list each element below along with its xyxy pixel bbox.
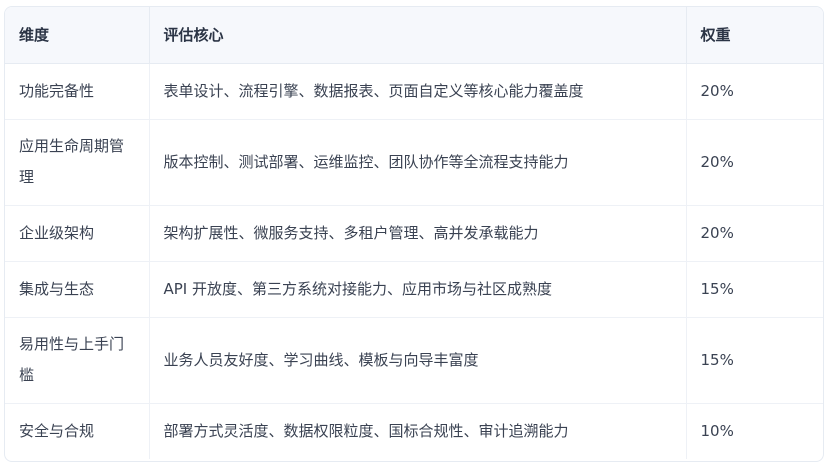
table-row: 应用生命周期管理 版本控制、测试部署、运维监控、团队协作等全流程支持能力 20% xyxy=(5,119,823,206)
table-row: 企业级架构 架构扩展性、微服务支持、多租户管理、高并发承载能力 20% xyxy=(5,205,823,262)
cell-weight: 20% xyxy=(686,205,823,262)
table-row: 安全与合规 部署方式灵活度、数据权限粒度、国标合规性、审计追溯能力 10% xyxy=(5,403,823,459)
cell-weight: 15% xyxy=(686,261,823,318)
cell-dimension: 安全与合规 xyxy=(5,403,150,459)
cell-core: 架构扩展性、微服务支持、多租户管理、高并发承载能力 xyxy=(149,205,687,262)
cell-weight: 20% xyxy=(686,63,823,120)
cell-core: API 开放度、第三方系统对接能力、应用市场与社区成熟度 xyxy=(149,261,687,318)
cell-core: 版本控制、测试部署、运维监控、团队协作等全流程支持能力 xyxy=(149,119,687,206)
table-row: 集成与生态 API 开放度、第三方系统对接能力、应用市场与社区成熟度 15% xyxy=(5,261,823,318)
header-core: 评估核心 xyxy=(149,7,687,64)
cell-core: 业务人员友好度、学习曲线、模板与向导丰富度 xyxy=(149,317,687,404)
evaluation-table-container: 维度 评估核心 权重 功能完备性 表单设计、流程引擎、数据报表、页面自定义等核心… xyxy=(4,6,824,462)
cell-dimension: 易用性与上手门槛 xyxy=(5,317,150,404)
table-row: 功能完备性 表单设计、流程引擎、数据报表、页面自定义等核心能力覆盖度 20% xyxy=(5,63,823,120)
cell-core: 表单设计、流程引擎、数据报表、页面自定义等核心能力覆盖度 xyxy=(149,63,687,120)
cell-dimension: 集成与生态 xyxy=(5,261,150,318)
cell-core: 部署方式灵活度、数据权限粒度、国标合规性、审计追溯能力 xyxy=(149,403,687,459)
header-weight: 权重 xyxy=(686,7,823,64)
cell-weight: 10% xyxy=(700,421,734,440)
cell-dimension: 应用生命周期管理 xyxy=(5,119,150,206)
evaluation-table: 维度 评估核心 权重 功能完备性 表单设计、流程引擎、数据报表、页面自定义等核心… xyxy=(5,7,823,459)
cell-dimension: 功能完备性 xyxy=(5,63,150,120)
table-row: 易用性与上手门槛 业务人员友好度、学习曲线、模板与向导丰富度 15% xyxy=(5,317,823,404)
cell-weight: 20% xyxy=(686,119,823,206)
cell-dimension: 企业级架构 xyxy=(5,205,150,262)
table-header-row: 维度 评估核心 权重 xyxy=(5,7,823,64)
cell-weight: 15% xyxy=(686,317,823,404)
header-dimension: 维度 xyxy=(5,7,150,64)
